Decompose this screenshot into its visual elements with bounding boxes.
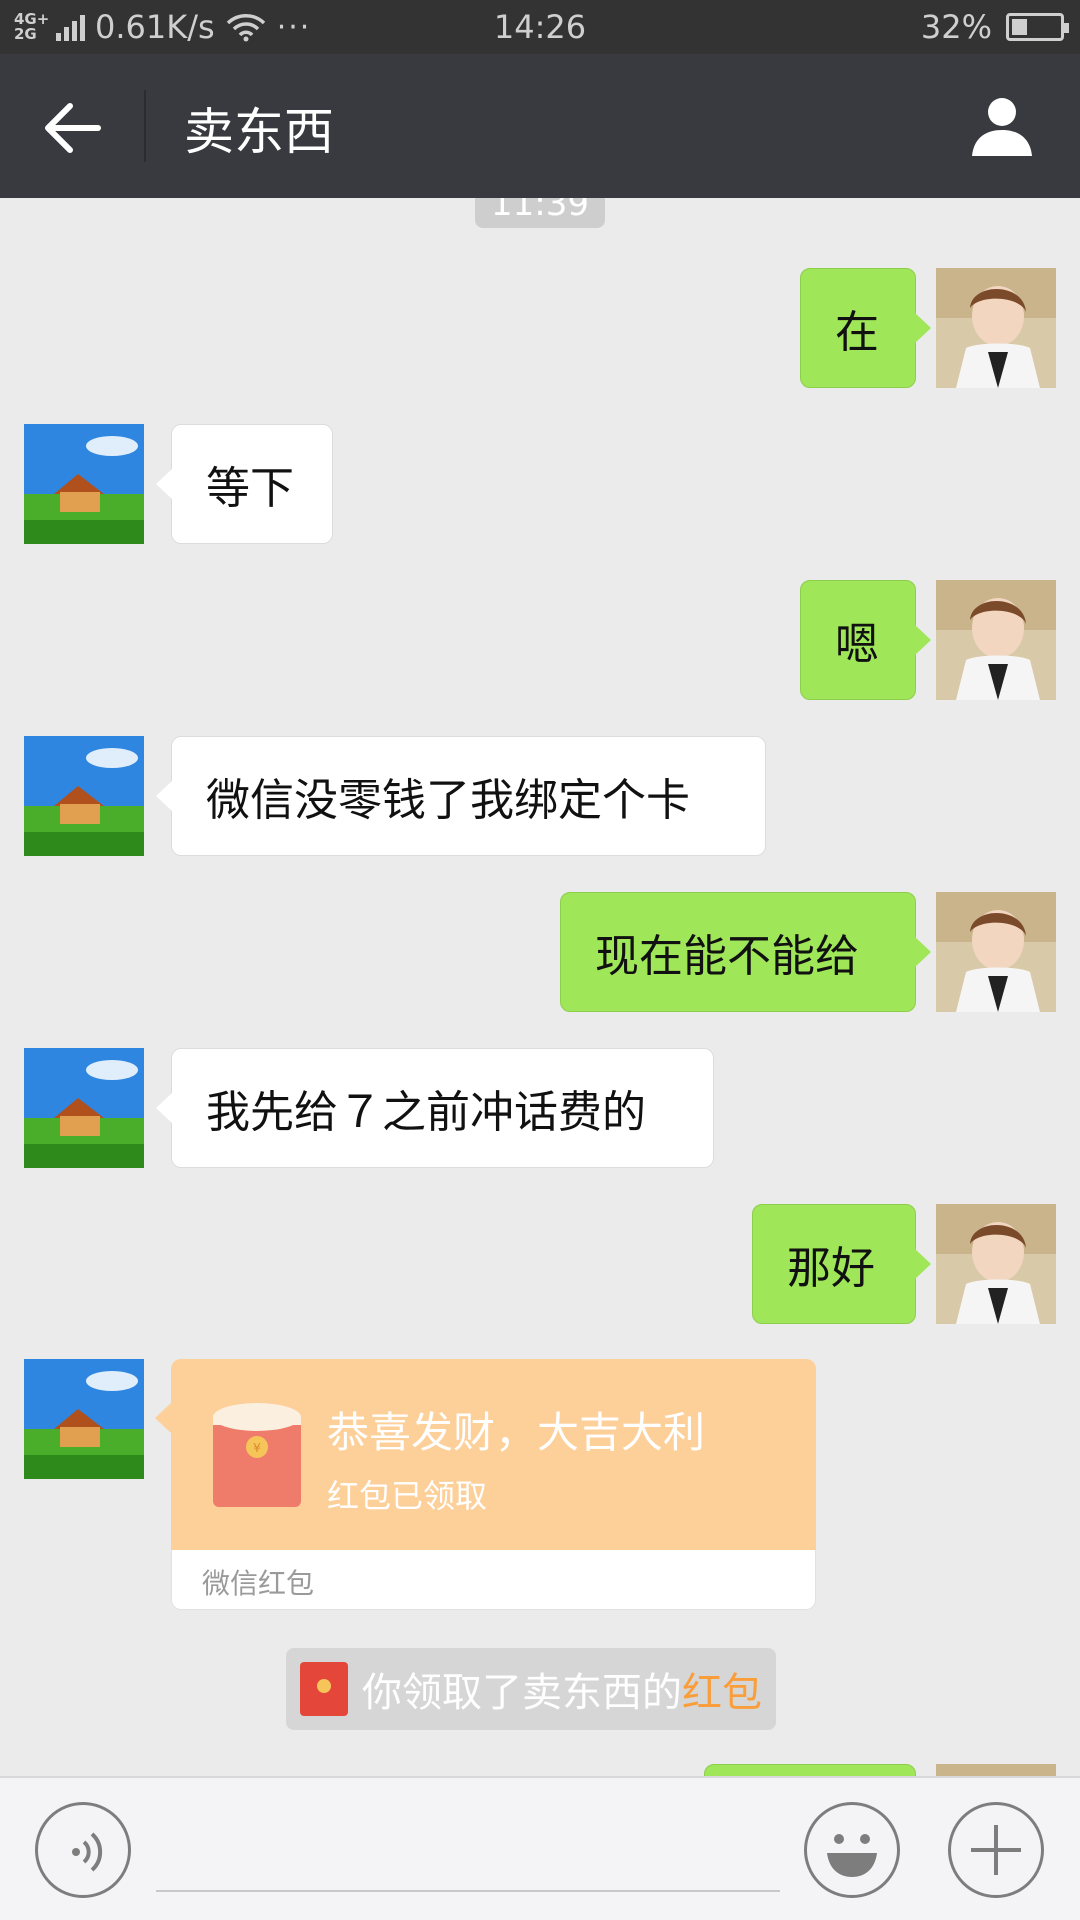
my-message-bubble[interactable]: 现在能不能给 [560, 892, 931, 1012]
system-notice: 你领取了卖东西的红包 [286, 1648, 776, 1730]
red-packet-title: 恭喜发财，大吉大利 [327, 1408, 706, 1457]
my-avatar[interactable] [936, 892, 1056, 1012]
battery-percent: 32% [920, 8, 992, 46]
notice-main-text: 你领取了卖东西的 [362, 1670, 682, 1716]
person-icon[interactable] [970, 94, 1034, 158]
my-avatar[interactable] [936, 268, 1056, 388]
my-message-bubble[interactable] [704, 1764, 916, 1776]
red-packet-footer-label: 微信红包 [202, 1567, 315, 1600]
chat-header: 卖东西 [0, 54, 1080, 198]
voice-icon [72, 1832, 103, 1872]
system-notice-text: 你领取了卖东西的红包 [362, 1660, 762, 1718]
red-envelope-icon: ¥ [213, 1403, 301, 1507]
contact-message-bubble[interactable]: 微信没零钱了我绑定个卡 [156, 736, 766, 856]
more-actions-button[interactable] [948, 1802, 1044, 1898]
status-right: 32% [920, 8, 1069, 46]
red-envelope-icon [300, 1662, 348, 1716]
red-packet-status: 红包已领取 [327, 1477, 488, 1515]
my-avatar[interactable] [936, 1764, 1056, 1776]
status-time: 14:26 [493, 8, 587, 46]
contact-avatar[interactable] [24, 1048, 144, 1168]
message-text: 微信没零钱了我绑定个卡 [206, 775, 690, 826]
voice-button[interactable] [35, 1802, 131, 1898]
contact-avatar[interactable] [24, 424, 144, 544]
input-bar [0, 1776, 1080, 1920]
my-avatar[interactable] [936, 580, 1056, 700]
contact-avatar[interactable] [24, 1359, 144, 1479]
my-message-bubble[interactable]: 嗯 [800, 580, 931, 700]
red-packet-body: ¥ 恭喜发财，大吉大利 红包已领取 [155, 1359, 816, 1550]
my-message-bubble[interactable]: 那好 [752, 1204, 931, 1324]
message-input[interactable] [156, 1818, 780, 1892]
plus-icon [971, 1825, 1021, 1875]
contact-avatar[interactable] [24, 736, 144, 856]
red-packet-card[interactable]: ¥ 恭喜发财，大吉大利 红包已领取 微信红包 [155, 1359, 816, 1610]
red-packet-footer: 微信红包 [171, 1550, 816, 1610]
header-divider [144, 90, 146, 162]
status-bar: 4G+ 2G 0.61K/s ··· 14:26 32% [0, 0, 1080, 54]
arrow-left-icon[interactable] [38, 98, 108, 158]
emoji-button[interactable] [804, 1802, 900, 1898]
message-text: 在 [835, 307, 879, 358]
emoji-icon [827, 1834, 877, 1877]
contact-message-bubble[interactable]: 我先给７之前冲话费的 [156, 1048, 714, 1168]
message-list[interactable]: 11:39 在 等下 嗯 微信没零钱了我绑定个卡 现在能不能给 我先给７之前冲话… [0, 198, 1080, 1776]
time-divider: 11:39 [475, 198, 605, 228]
message-text: 我先给７之前冲话费的 [206, 1087, 646, 1138]
contact-message-bubble[interactable]: 等下 [156, 424, 333, 544]
battery-icon [1006, 13, 1069, 41]
message-text: 等下 [206, 463, 294, 514]
message-text: 那好 [787, 1243, 875, 1294]
red-packet-link[interactable]: 红包 [682, 1670, 762, 1716]
my-avatar[interactable] [936, 1204, 1056, 1324]
chat-title: 卖东西 [184, 103, 334, 161]
svg-text:¥: ¥ [253, 1441, 261, 1455]
battery-fill [1012, 19, 1027, 35]
my-message-bubble[interactable]: 在 [800, 268, 931, 388]
message-text: 嗯 [835, 619, 879, 670]
message-text: 现在能不能给 [595, 931, 859, 982]
